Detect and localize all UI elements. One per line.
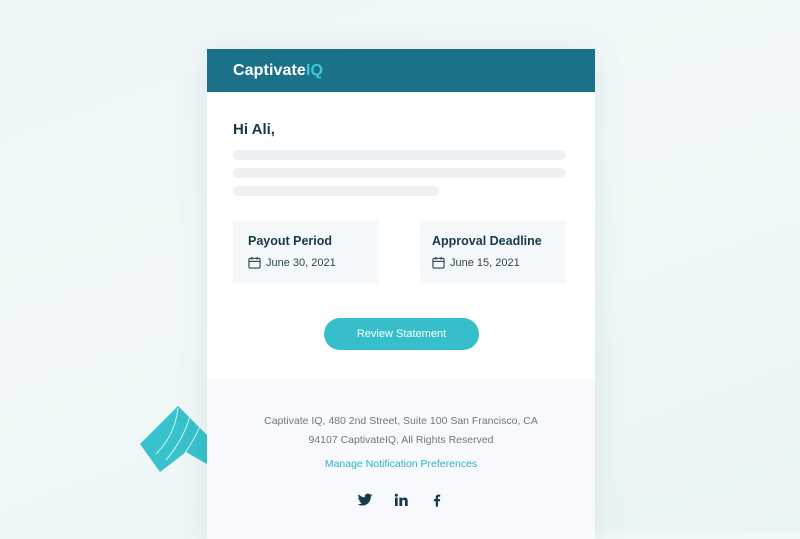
placeholder-line — [233, 168, 566, 178]
address-line-2: 94107 CaptivateIQ, All Rights Reserved — [308, 434, 494, 446]
facebook-icon[interactable] — [429, 492, 445, 508]
address-line-1: Captivate IQ, 480 2nd Street, Suite 100 … — [264, 415, 538, 427]
logo-main-text: Captivate — [233, 61, 306, 79]
placeholder-line — [233, 150, 566, 160]
company-address: Captivate IQ, 480 2nd Street, Suite 100 … — [207, 412, 595, 450]
placeholder-line — [233, 186, 439, 196]
captivateiq-logo: CaptivateIQ — [233, 62, 323, 80]
social-links — [207, 492, 595, 508]
approval-deadline-date-row: June 15, 2021 — [432, 256, 566, 269]
approval-deadline-box: Approval Deadline June 15, 2021 — [420, 221, 566, 283]
logo-accent-text: IQ — [305, 61, 324, 79]
approval-deadline-date: June 15, 2021 — [450, 256, 520, 269]
decorative-shape — [140, 406, 210, 472]
email-card: CaptivateIQ Hi Ali, Payout Period June 3… — [207, 49, 595, 539]
payout-period-title: Payout Period — [248, 234, 333, 248]
calendar-icon — [432, 256, 445, 269]
email-footer: Captivate IQ, 480 2nd Street, Suite 100 … — [207, 379, 595, 539]
calendar-icon — [248, 256, 261, 269]
payout-period-date: June 30, 2021 — [266, 256, 336, 269]
greeting: Hi Ali, — [233, 121, 275, 138]
twitter-icon[interactable] — [357, 492, 373, 508]
manage-notification-preferences-link[interactable]: Manage Notification Preferences — [325, 458, 477, 470]
review-statement-button[interactable]: Review Statement — [324, 318, 479, 350]
payout-period-date-row: June 30, 2021 — [248, 256, 378, 269]
approval-deadline-title: Approval Deadline — [432, 234, 542, 248]
linkedin-icon[interactable] — [393, 492, 409, 508]
payout-period-box: Payout Period June 30, 2021 — [233, 221, 378, 283]
email-header: CaptivateIQ — [207, 49, 595, 92]
